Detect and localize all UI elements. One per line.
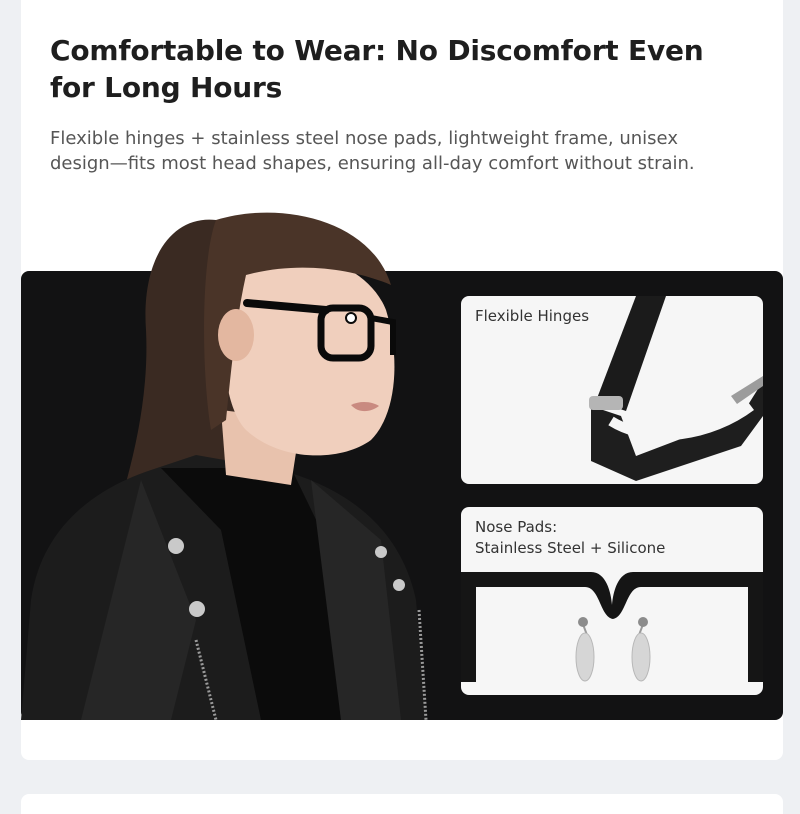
- nose-pads-label: Nose Pads: Stainless Steel + Silicone: [475, 518, 666, 557]
- feature-description: Flexible hinges + stainless steel nose p…: [50, 128, 695, 174]
- nose-pads-detail-card: Nose Pads: Stainless Steel + Silicone: [461, 507, 763, 695]
- feature-card: Comfortable to Wear: No Discomfort Even …: [21, 0, 783, 760]
- next-feature-card: [21, 794, 783, 814]
- hinges-detail-card: Flexible Hinges: [461, 296, 763, 484]
- model-wearing-glasses-image: [21, 212, 428, 720]
- feature-headline: Comfortable to Wear: No Discomfort Even …: [50, 34, 704, 104]
- hinges-label: Flexible Hinges: [475, 307, 590, 325]
